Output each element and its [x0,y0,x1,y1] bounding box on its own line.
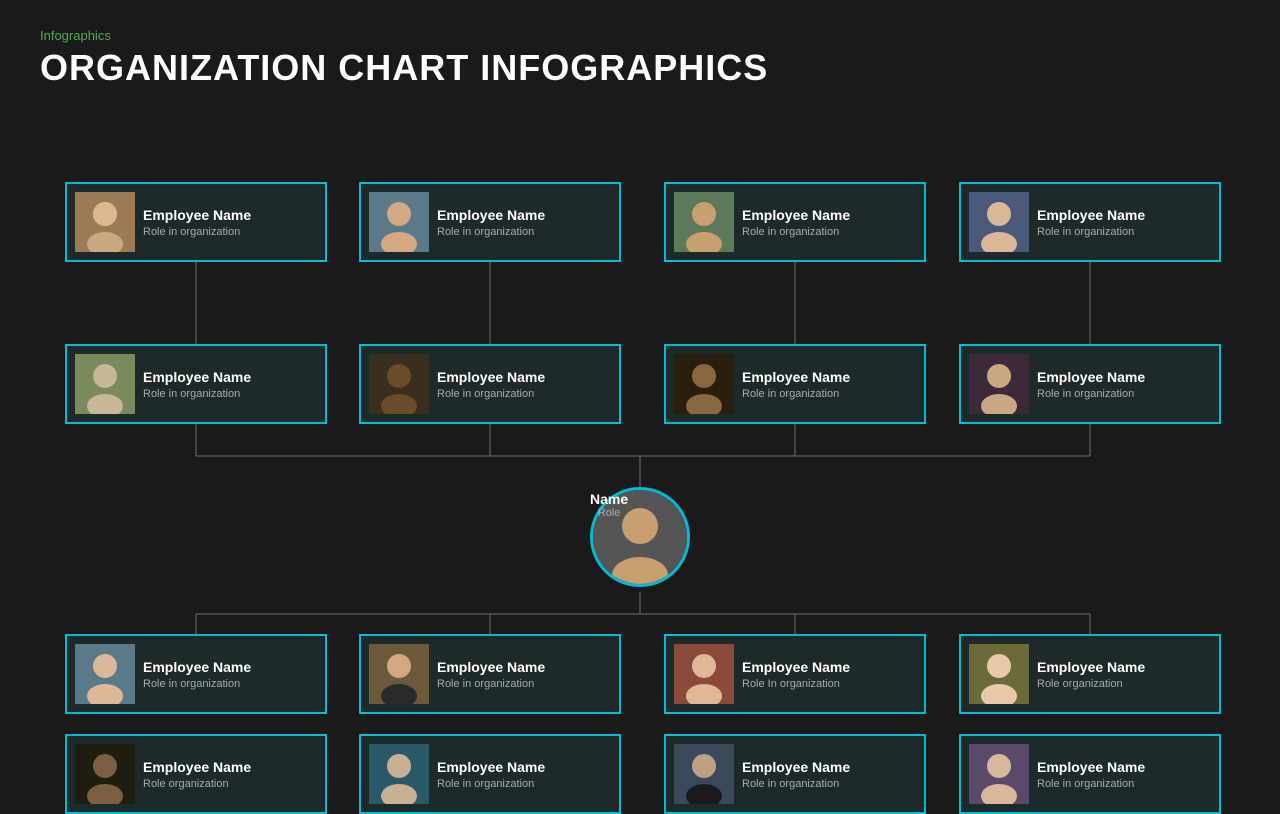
employee-role: Role in organization [742,388,916,400]
employee-name: Employee Name [437,658,611,676]
avatar [369,192,429,252]
avatar [674,192,734,252]
page-header: Infographics ORGANIZATION CHART INFOGRAP… [0,0,1280,99]
employee-info: Employee Name Role in organization [742,368,916,400]
bot-col1-row1-card: Employee Name Role in organization [65,634,327,714]
employee-role: Role in organization [1037,778,1211,790]
employee-info: Employee Name Role in organization [437,368,611,400]
employee-role: Role in organization [143,226,317,238]
bot-col2-row2-card: Employee Name Role in organization [359,734,621,814]
employee-name: Employee Name [742,206,916,224]
employee-name: Employee Name [143,658,317,676]
employee-name: Employee Name [437,206,611,224]
top-col1-row2-card: Employee Name Role in organization [65,344,327,424]
bot-col3-row1-card: Employee Name Role In organization [664,634,926,714]
employee-info: Employee Name Role In organization [742,658,916,690]
bot-col3-row2-card: Employee Name Role in organization [664,734,926,814]
employee-info: Employee Name Role in organization [143,368,317,400]
page-title: ORGANIZATION CHART INFOGRAPHICS [40,47,1240,89]
center-label: Name Role [590,491,628,519]
employee-info: Employee Name Role in organization [1037,206,1211,238]
employee-info: Employee Name Role in organization [742,758,916,790]
employee-info: Employee Name Role in organization [1037,758,1211,790]
top-col4-row2-card: Employee Name Role in organization [959,344,1221,424]
employee-name: Employee Name [1037,758,1211,776]
employee-role: Role organization [1037,678,1211,690]
top-col3-row1-card: Employee Name Role in organization [664,182,926,262]
employee-name: Employee Name [437,758,611,776]
top-col2-row2-card: Employee Name Role in organization [359,344,621,424]
employee-role: Role in organization [1037,388,1211,400]
avatar [369,644,429,704]
top-col1-row1-card: Employee Name Role in organization [65,182,327,262]
employee-role: Role in organization [143,388,317,400]
avatar [969,744,1029,804]
employee-info: Employee Name Role in organization [437,206,611,238]
employee-name: Employee Name [1037,658,1211,676]
avatar [969,354,1029,414]
avatar [969,192,1029,252]
employee-role: Role in organization [143,678,317,690]
avatar [674,354,734,414]
bot-col4-row1-card: Employee Name Role organization [959,634,1221,714]
employee-role: Role in organization [742,226,916,238]
employee-info: Employee Name Role in organization [143,658,317,690]
bot-col2-row1-card: Employee Name Role in organization [359,634,621,714]
employee-info: Employee Name Role in organization [143,206,317,238]
avatar [369,354,429,414]
top-col3-row2-card: Employee Name Role in organization [664,344,926,424]
employee-name: Employee Name [143,758,317,776]
center-role: Role [590,507,628,519]
bot-col4-row2-card: Employee Name Role in organization [959,734,1221,814]
employee-name: Employee Name [437,368,611,386]
employee-info: Employee Name Role in organization [437,658,611,690]
avatar [75,744,135,804]
employee-info: Employee Name Role in organization [437,758,611,790]
avatar [674,644,734,704]
employee-name: Employee Name [1037,368,1211,386]
top-col2-row1-card: Employee Name Role in organization [359,182,621,262]
employee-info: Employee Name Role in organization [742,206,916,238]
employee-info: Employee Name Role organization [1037,658,1211,690]
employee-role: Role in organization [1037,226,1211,238]
employee-role: Role in organization [437,226,611,238]
employee-name: Employee Name [1037,206,1211,224]
employee-role: Role in organization [437,388,611,400]
employee-role: Role in organization [437,778,611,790]
avatar [369,744,429,804]
avatar [674,744,734,804]
bot-col1-row2-card: Employee Name Role organization [65,734,327,814]
avatar [75,354,135,414]
employee-name: Employee Name [143,368,317,386]
employee-name: Employee Name [742,658,916,676]
employee-role: Role In organization [742,678,916,690]
employee-info: Employee Name Role organization [143,758,317,790]
avatar [75,192,135,252]
org-chart: Employee Name Role in organization Emplo… [0,99,1280,699]
employee-name: Employee Name [143,206,317,224]
center-container: Name Role [590,487,628,515]
employee-role: Role organization [143,778,317,790]
avatar [969,644,1029,704]
infographics-label: Infographics [40,28,1240,43]
avatar [75,644,135,704]
employee-info: Employee Name Role in organization [1037,368,1211,400]
employee-name: Employee Name [742,368,916,386]
employee-role: Role in organization [742,778,916,790]
top-col4-row1-card: Employee Name Role in organization [959,182,1221,262]
employee-role: Role in organization [437,678,611,690]
employee-name: Employee Name [742,758,916,776]
center-name: Name [590,491,628,507]
